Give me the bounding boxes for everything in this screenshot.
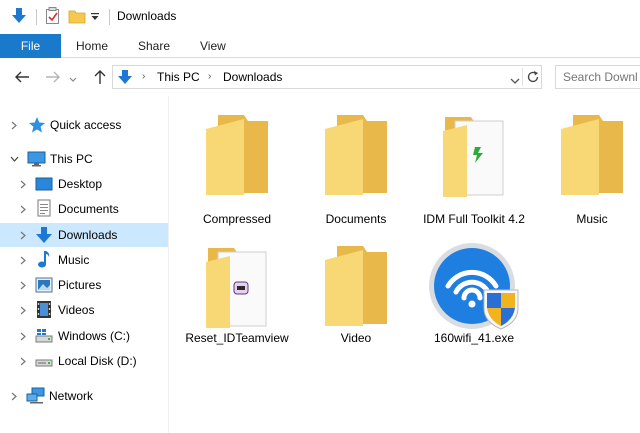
nav-item-videos[interactable]: Videos [0,298,168,322]
wifi-shield-app-icon [428,242,520,333]
nav-item-label: Network [49,389,94,403]
file-item-idm-full-toolkit[interactable]: IDM Full Toolkit 4.2 [419,108,529,238]
nav-item-this-pc[interactable]: This PC [0,147,168,171]
nav-item-label: Quick access [50,118,122,132]
chevron-right-icon[interactable] [9,391,19,401]
chevron-right-icon[interactable] [18,356,28,366]
quick-access-divider [36,9,38,28]
nav-item-label: Documents [58,202,119,216]
chevron-right-icon[interactable] [18,230,28,240]
recent-locations-button[interactable] [68,71,78,89]
nav-item-windows-c[interactable]: Windows (C:) [0,324,168,348]
nav-item-label: Pictures [58,278,102,292]
file-item-160wifi-exe[interactable]: 160wifi_41.exe [419,240,529,370]
up-arrow-icon [94,70,106,84]
chevron-right-icon[interactable] [18,255,28,265]
nav-item-label: Videos [58,303,95,317]
up-button[interactable] [91,68,109,86]
file-item-reset-idteamview[interactable]: Reset_IDTeamview [182,240,292,370]
file-item-music[interactable]: Music [537,108,640,238]
music-icon [36,250,54,268]
chevron-down-icon[interactable] [9,154,19,164]
nav-item-pictures[interactable]: Pictures [0,273,168,297]
chevron-right-icon[interactable] [18,204,28,214]
file-item-video[interactable]: Video [301,240,411,370]
file-list: Compressed Documents IDM Full Toolkit 4.… [170,96,640,433]
file-name: 160wifi_41.exe [433,331,515,345]
breadcrumb-this-pc[interactable]: This PC [157,70,200,84]
file-name: Video [340,331,372,345]
star-icon [28,116,46,134]
chevron-right-icon[interactable] [18,280,28,290]
nav-item-label: Music [58,253,90,267]
chevron-right-icon[interactable] [18,331,28,341]
refresh-icon[interactable] [526,70,540,87]
nav-item-quick-access[interactable]: Quick access [0,113,168,137]
address-bar[interactable]: › This PC › Downloads [112,65,542,89]
search-input[interactable] [556,66,640,88]
nav-item-downloads[interactable]: Downloads [0,223,168,247]
file-name: Reset_IDTeamview [185,331,289,345]
drive-icon [35,352,53,370]
folder-icon [559,113,625,200]
tab-view[interactable]: View [200,34,226,58]
breadcrumb-downloads[interactable]: Downloads [223,70,282,84]
documents-icon [36,199,54,217]
downloads-icon [35,226,53,244]
folder-icon [204,113,270,200]
tab-share[interactable]: Share [138,34,170,58]
navigation-pane: Quick access This PC Desktop Documents D… [0,96,169,433]
nav-item-label: Local Disk (D:) [58,354,137,368]
nav-item-label: Windows (C:) [58,329,131,343]
forward-button[interactable] [44,68,62,86]
forward-arrow-icon [46,71,60,83]
downloads-location-icon [117,69,133,88]
nav-item-network[interactable]: Network [0,384,168,408]
file-name: IDM Full Toolkit 4.2 [423,212,525,226]
back-button[interactable] [13,68,31,86]
title-bar: Downloads [0,0,640,34]
file-name: Compressed [202,212,272,226]
address-divider [522,68,523,86]
nav-item-documents[interactable]: Documents [0,197,168,221]
file-name: Music [576,212,608,226]
file-name: Documents [325,212,387,226]
file-item-documents[interactable]: Documents [301,108,411,238]
network-icon [26,387,45,405]
down-arrow-icon[interactable] [10,7,28,28]
breadcrumb-separator-icon[interactable]: › [208,71,211,82]
chevron-down-icon [69,77,77,82]
folder-with-file-icon [204,244,270,333]
file-item-compressed[interactable]: Compressed [182,108,292,238]
folder-icon [323,113,389,200]
nav-item-desktop[interactable]: Desktop [0,172,168,196]
folder-with-file-icon [441,113,507,202]
properties-icon[interactable] [45,7,61,28]
nav-item-local-disk-d[interactable]: Local Disk (D:) [0,349,168,373]
videos-icon [36,300,54,318]
chevron-right-icon[interactable] [18,179,28,189]
customize-dropdown-icon[interactable] [90,11,100,25]
title-divider [109,9,110,25]
address-dropdown-icon[interactable] [510,74,520,88]
drive-windows-icon [35,327,53,345]
tab-home[interactable]: Home [76,34,108,58]
back-arrow-icon [15,71,29,83]
folder-icon [323,244,389,331]
nav-item-label: Desktop [58,177,103,191]
desktop-icon [35,175,53,193]
pictures-icon [35,276,53,294]
breadcrumb-separator-icon[interactable]: › [142,71,145,82]
tab-file[interactable]: File [0,34,61,58]
nav-item-label: Downloads [58,228,118,242]
chevron-right-icon[interactable] [18,305,28,315]
search-box[interactable] [555,65,640,89]
chevron-right-icon[interactable] [9,120,19,130]
ribbon-tabs: File Home Share View [0,34,640,58]
window-title: Downloads [117,9,177,23]
new-folder-icon[interactable] [68,7,86,28]
monitor-icon [27,150,46,168]
nav-item-music[interactable]: Music [0,248,168,272]
nav-item-label: This PC [50,152,93,166]
